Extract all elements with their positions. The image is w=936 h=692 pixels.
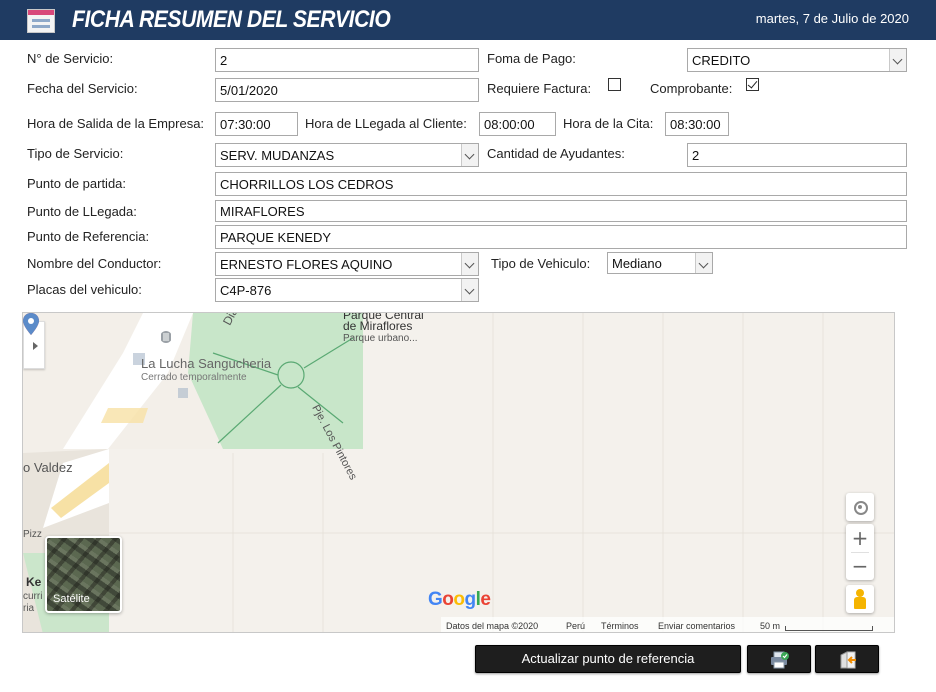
title-bar: FICHA RESUMEN DEL SERVICIO martes, 7 de … [0, 0, 936, 40]
zoom-controls: + − [846, 524, 874, 580]
fecha-servicio-field[interactable]: 5/01/2020 [215, 78, 479, 102]
punto-llegada-field[interactable]: MIRAFLORES [215, 200, 907, 222]
servicio-num-field[interactable]: 2 [215, 48, 479, 72]
map-scale-label: 50 m [760, 621, 781, 631]
placas-value: C4P-876 [220, 283, 272, 298]
punto-referencia-field[interactable]: PARQUE KENEDY [215, 225, 907, 249]
fecha-servicio-label: Fecha del Servicio: [27, 81, 138, 96]
print-check-icon [771, 651, 789, 669]
update-reference-button[interactable]: Actualizar punto de referencia [475, 645, 741, 673]
map-data-credit: Datos del mapa ©2020 [446, 621, 539, 631]
tipo-vehiculo-label: Tipo de Vehiculo: [491, 256, 591, 271]
street-view-pegman-icon[interactable] [846, 585, 874, 613]
tipo-servicio-label: Tipo de Servicio: [27, 146, 124, 161]
ria-label: ria [23, 603, 35, 614]
punto-llegada-label: Punto de LLegada: [27, 204, 137, 219]
forma-pago-value: CREDITO [692, 53, 751, 68]
pizz-label: Pizz [23, 529, 42, 540]
tipo-vehiculo-select[interactable]: Mediano [607, 252, 713, 274]
park-subtitle: Parque urbano... [343, 333, 418, 344]
hora-salida-label: Hora de Salida de la Empresa: [27, 116, 205, 131]
google-logo: Google [428, 589, 491, 610]
hora-cita-field[interactable]: 08:30:00 [665, 112, 729, 136]
chevron-down-icon[interactable] [461, 279, 478, 301]
tipo-vehiculo-value: Mediano [612, 256, 662, 271]
restaurant-icon [161, 331, 171, 347]
comprobante-label: Comprobante: [650, 81, 733, 96]
curri-label: curri [23, 591, 43, 602]
restaurant-label: La Lucha Sangucheria [141, 356, 272, 371]
punto-partida-label: Punto de partida: [27, 176, 127, 191]
restaurant-status: Cerrado temporalmente [141, 372, 247, 383]
forma-pago-select[interactable]: CREDITO [687, 48, 907, 72]
forma-pago-label: Foma de Pago: [487, 51, 576, 66]
blue-map-pin-icon[interactable] [23, 313, 39, 335]
zoom-in-button[interactable]: + [846, 524, 874, 552]
servicio-num-label: N° de Servicio: [27, 51, 114, 66]
requiere-factura-label: Requiere Factura: [487, 81, 592, 96]
punto-partida-field[interactable]: CHORRILLOS LOS CEDROS [215, 172, 907, 196]
conductor-label: Nombre del Conductor: [27, 256, 162, 271]
map-view[interactable]: Parque Central de Miraflores Parque urba… [22, 312, 895, 633]
conductor-value: ERNESTO FLORES AQUINO [220, 257, 393, 272]
current-date: martes, 7 de Julio de 2020 [755, 11, 909, 26]
punto-referencia-label: Punto de Referencia: [27, 229, 150, 244]
map-feedback-link[interactable]: Enviar comentarios [658, 621, 735, 631]
tipo-servicio-value: SERV. MUDANZAS [220, 148, 335, 163]
valdez-label: o Valdez [23, 460, 73, 475]
exit-door-icon [840, 651, 856, 669]
map-country-link[interactable]: Perú [566, 621, 585, 631]
conductor-select[interactable]: ERNESTO FLORES AQUINO [215, 252, 479, 276]
cantidad-ayudantes-field[interactable]: 2 [687, 143, 907, 167]
my-location-icon[interactable] [846, 493, 874, 521]
exit-button[interactable] [815, 645, 879, 673]
map-terms-link[interactable]: Términos [601, 621, 639, 631]
park-title-line2: de Miraflores [343, 319, 413, 333]
satellite-toggle-button[interactable]: Satélite [45, 536, 122, 613]
requiere-factura-checkbox[interactable] [608, 78, 621, 91]
chevron-down-icon[interactable] [461, 144, 478, 166]
hora-salida-field[interactable]: 07:30:00 [215, 112, 298, 136]
map-scale-bar [785, 626, 873, 631]
tipo-servicio-select[interactable]: SERV. MUDANZAS [215, 143, 479, 167]
print-button[interactable] [747, 645, 811, 673]
chevron-down-icon[interactable] [889, 49, 906, 71]
hora-llegada-field[interactable]: 08:00:00 [479, 112, 556, 136]
satellite-label: Satélite [53, 593, 90, 605]
placas-select[interactable]: C4P-876 [215, 278, 479, 302]
zoom-out-button[interactable]: − [846, 553, 874, 580]
cantidad-ayudantes-label: Cantidad de Ayudantes: [487, 146, 625, 161]
ke-label: Ke [26, 575, 42, 589]
chevron-down-icon[interactable] [695, 253, 712, 273]
chevron-down-icon[interactable] [461, 253, 478, 275]
placas-label: Placas del vehiculo: [27, 282, 142, 297]
page-title: FICHA RESUMEN DEL SERVICIO [72, 6, 391, 33]
comprobante-checkbox[interactable] [746, 78, 759, 91]
form-icon [27, 9, 55, 33]
hora-cita-label: Hora de la Cita: [563, 116, 654, 131]
hora-llegada-label: Hora de LLegada al Cliente: [305, 116, 467, 131]
